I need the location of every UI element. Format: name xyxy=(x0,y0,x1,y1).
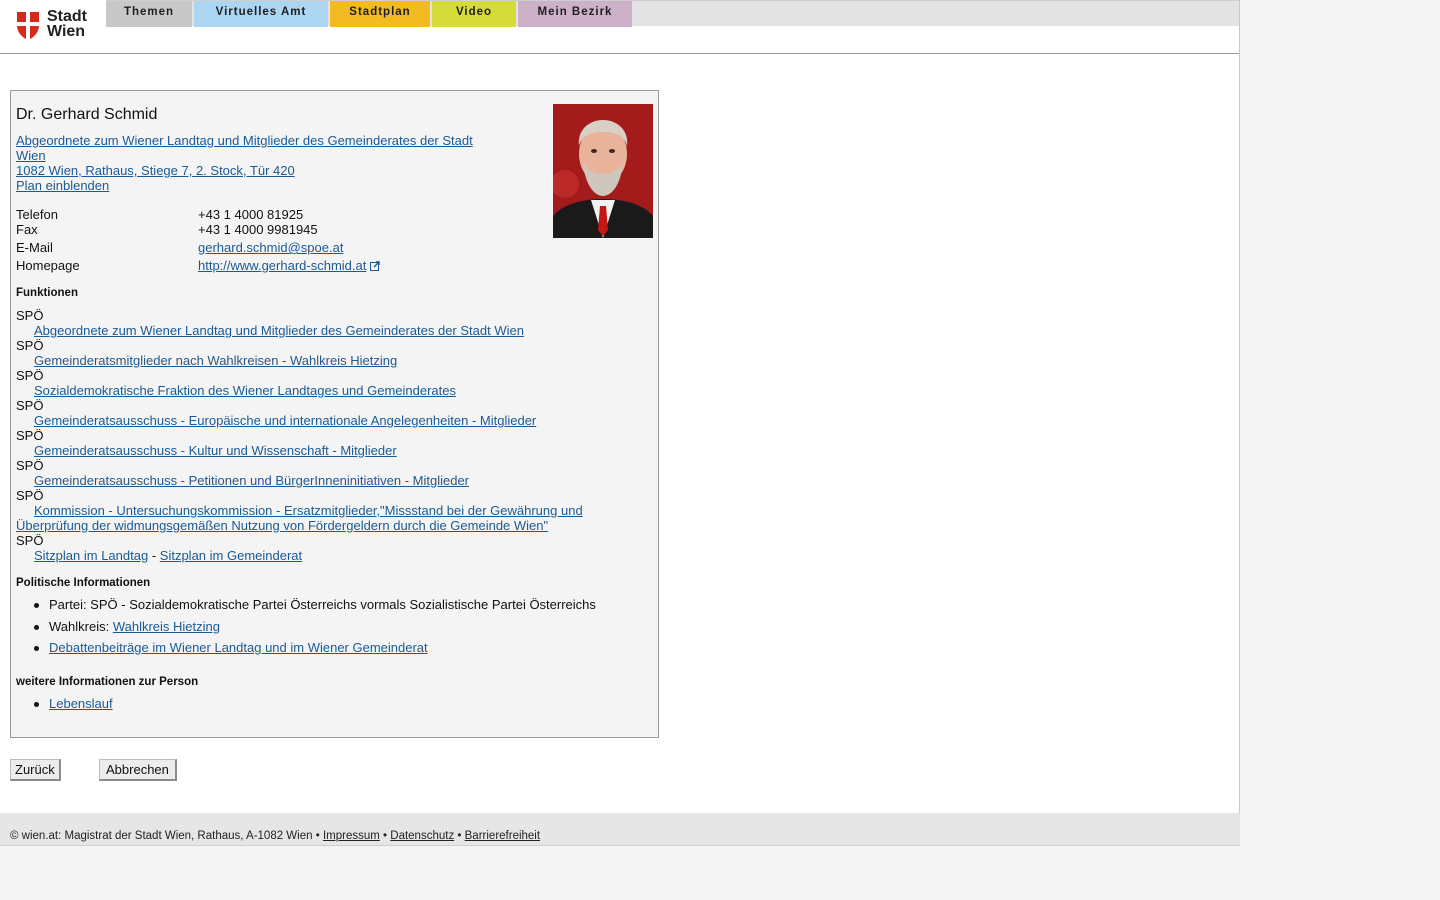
back-button[interactable]: Zurück xyxy=(10,759,61,781)
nav-tab-video[interactable]: Video xyxy=(432,1,516,27)
district-info: Wahlkreis: Wahlkreis Hietzing xyxy=(34,619,220,634)
function-link-6[interactable]: Gemeinderatsausschuss - Petitionen und B… xyxy=(34,473,469,488)
seat-plan-gemeinderat-link[interactable]: Sitzplan im Gemeinderat xyxy=(160,548,302,563)
organisation-link-line1[interactable]: Abgeordnete zum Wiener Landtag und Mitgl… xyxy=(16,133,473,148)
portrait-image xyxy=(553,104,653,238)
phone-value: +43 1 4000 81925 xyxy=(198,207,304,222)
person-photo xyxy=(553,104,653,238)
party-info: Partei: SPÖ - Sozialdemokratische Partei… xyxy=(34,597,596,612)
debate-link[interactable]: Debattenbeiträge im Wiener Landtag und i… xyxy=(49,640,428,655)
commission-link-line2[interactable]: Überprüfung der widmungsgemäßen Nutzung … xyxy=(16,518,548,533)
function-party-3: SPÖ xyxy=(16,368,44,383)
cancel-button[interactable]: Abbrechen xyxy=(99,759,177,781)
function-party-6: SPÖ xyxy=(16,458,44,473)
datenschutz-link[interactable]: Datenschutz xyxy=(390,830,454,842)
logo-line-wien: Wien xyxy=(47,23,86,40)
district-link[interactable]: Wahlkreis Hietzing xyxy=(113,619,220,634)
seat-plan-separator: - xyxy=(151,548,157,563)
political-info-heading: Politische Informationen xyxy=(16,577,151,589)
nav-tab-virtuelles-amt[interactable]: Virtuelles Amt xyxy=(194,1,328,27)
function-party-8: SPÖ xyxy=(16,533,44,548)
impressum-link[interactable]: Impressum xyxy=(323,830,380,842)
function-party-1: SPÖ xyxy=(16,308,44,323)
nav-tab-stadtplan[interactable]: Stadtplan xyxy=(330,1,430,27)
cv-link[interactable]: Lebenslauf xyxy=(49,696,113,711)
district-label: Wahlkreis: xyxy=(49,619,110,634)
email-label: E-Mail xyxy=(16,240,53,255)
cv-item: Lebenslauf xyxy=(34,696,113,711)
homepage-label: Homepage xyxy=(16,258,80,273)
main-navigation: Themen Virtuelles Amt Stadtplan Video Me… xyxy=(106,0,1239,27)
logo-text: Stadt Wien xyxy=(47,9,87,40)
stadt-wien-logo[interactable]: Stadt Wien xyxy=(16,9,96,44)
function-party-2: SPÖ xyxy=(16,338,44,353)
fax-label: Fax xyxy=(16,222,38,237)
email-link[interactable]: gerhard.schmid@spoe.at xyxy=(198,240,343,255)
site-header: Stadt Wien Themen Virtuelles Amt Stadtpl… xyxy=(0,0,1239,54)
wien-shield-icon xyxy=(17,12,39,40)
footer-separator: • xyxy=(383,830,388,842)
function-party-7: SPÖ xyxy=(16,488,44,503)
show-map-link[interactable]: Plan einblenden xyxy=(16,178,109,193)
function-link-2[interactable]: Gemeinderatsmitglieder nach Wahlkreisen … xyxy=(34,353,397,368)
page: Stadt Wien Themen Virtuelles Amt Stadtpl… xyxy=(0,0,1240,813)
function-link-4[interactable]: Gemeinderatsausschuss - Europäische und … xyxy=(34,413,536,428)
seat-plan-landtag-link[interactable]: Sitzplan im Landtag xyxy=(34,548,148,563)
commission-link-line1[interactable]: Kommission - Untersuchungskommission - E… xyxy=(34,503,583,518)
organisation-link-line2[interactable]: Wien xyxy=(16,148,46,163)
barrierefreiheit-link[interactable]: Barrierefreiheit xyxy=(465,830,540,842)
function-link-5[interactable]: Gemeinderatsausschuss - Kultur und Wisse… xyxy=(34,443,397,458)
phone-label: Telefon xyxy=(16,207,58,222)
function-link-3[interactable]: Sozialdemokratische Fraktion des Wiener … xyxy=(34,383,456,398)
seat-plan-row: Sitzplan im Landtag - Sitzplan im Gemein… xyxy=(34,548,302,563)
function-party-5: SPÖ xyxy=(16,428,44,443)
nav-tab-themen[interactable]: Themen xyxy=(106,1,192,27)
footer-line: © wien.at: Magistrat der Stadt Wien, Rat… xyxy=(10,830,540,842)
nav-tab-mein-bezirk[interactable]: Mein Bezirk xyxy=(518,1,632,27)
function-party-4: SPÖ xyxy=(16,398,44,413)
person-name: Dr. Gerhard Schmid xyxy=(16,106,158,123)
function-link-1[interactable]: Abgeordnete zum Wiener Landtag und Mitgl… xyxy=(34,323,524,338)
address-link[interactable]: 1082 Wien, Rathaus, Stiege 7, 2. Stock, … xyxy=(16,163,295,178)
footer-separator: • xyxy=(315,830,320,842)
homepage-row: http://www.gerhard-schmid.at xyxy=(198,258,381,273)
footer-separator: • xyxy=(457,830,462,842)
external-link-icon xyxy=(370,261,381,271)
fax-value: +43 1 4000 9981945 xyxy=(198,222,318,237)
homepage-link[interactable]: http://www.gerhard-schmid.at xyxy=(198,258,366,273)
functions-heading: Funktionen xyxy=(16,287,78,299)
debate-item: Debattenbeiträge im Wiener Landtag und i… xyxy=(34,640,428,655)
site-footer: © wien.at: Magistrat der Stadt Wien, Rat… xyxy=(0,813,1240,846)
footer-copyright: © wien.at: Magistrat der Stadt Wien, Rat… xyxy=(10,830,313,842)
person-card: Dr. Gerhard Schmid Abgeordnete zum Wiene… xyxy=(10,90,659,738)
more-info-heading: weitere Informationen zur Person xyxy=(16,676,199,688)
